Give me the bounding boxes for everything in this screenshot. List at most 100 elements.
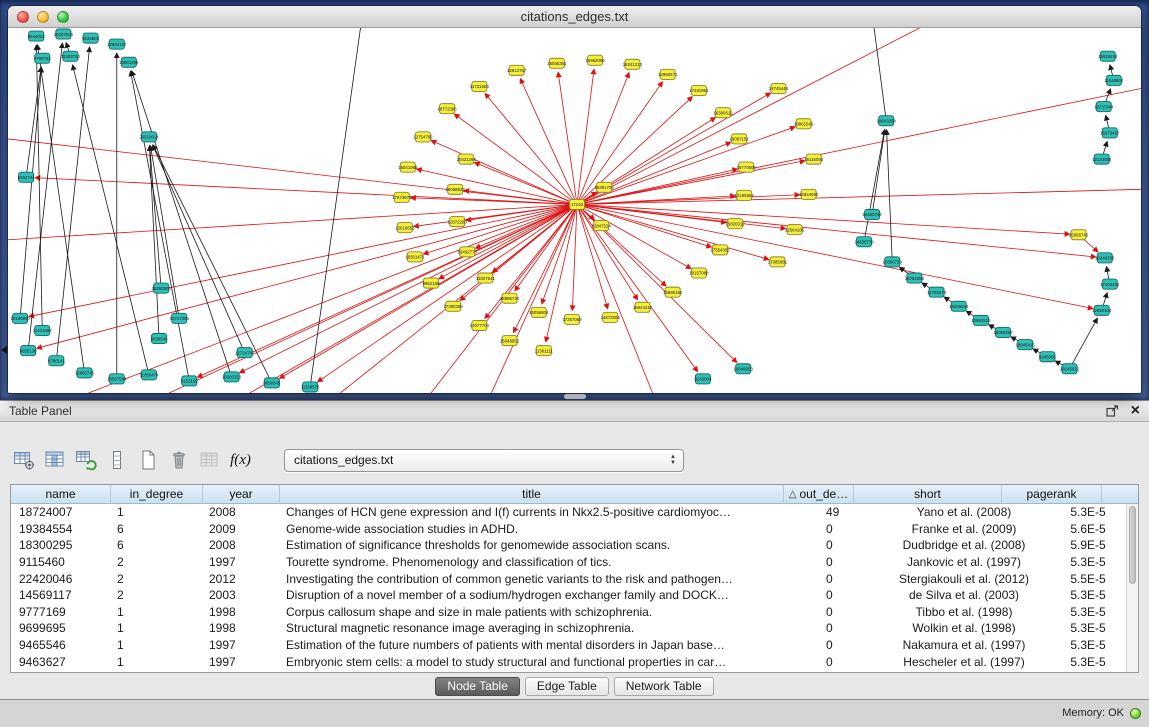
vertical-scrollbar[interactable] — [1126, 504, 1138, 672]
graph-node[interactable]: 10197526 — [54, 29, 74, 39]
graph-node[interactable]: 12754702 — [413, 132, 433, 142]
new-column-button[interactable] — [134, 447, 161, 474]
graph-edge[interactable] — [132, 71, 232, 377]
network-table-select[interactable]: citations_edges.txt ▲ ▼ — [284, 449, 684, 472]
column-header-short[interactable]: short — [854, 485, 1002, 503]
tab-edge-table[interactable]: Edge Table — [525, 677, 609, 696]
graph-edge[interactable] — [153, 145, 272, 383]
graph-node[interactable]: 17085681 — [768, 257, 788, 267]
float-panel-icon[interactable] — [1106, 405, 1119, 417]
graph-node[interactable]: 15824090 — [799, 189, 819, 199]
graph-node[interactable]: 10190900 — [10, 313, 30, 323]
graph-node[interactable]: 9245004 — [694, 374, 711, 384]
zoom-window-icon[interactable] — [57, 11, 69, 23]
graph-edge[interactable] — [28, 43, 62, 351]
graph-node[interactable]: 10366739 — [883, 257, 903, 267]
delete-column-button[interactable] — [165, 447, 192, 474]
graph-node[interactable]: 25260503 — [151, 283, 171, 293]
graph-node[interactable]: 12872260 — [448, 217, 468, 227]
graph-node[interactable]: 18157088 — [689, 268, 709, 278]
graph-node[interactable]: 17481952 — [689, 85, 709, 95]
graph-node[interactable]: 9790752 — [34, 53, 51, 63]
graph-node[interactable]: 16391702 — [595, 182, 615, 192]
graph-edge[interactable] — [431, 141, 577, 205]
graph-node[interactable]: 16055367 — [993, 327, 1013, 337]
graph-edge[interactable] — [37, 204, 577, 348]
minimize-window-icon[interactable] — [37, 11, 49, 23]
close-panel-icon[interactable]: × — [1131, 405, 1140, 417]
column-header-in-degree[interactable]: in_degree — [111, 485, 203, 503]
graph-node[interactable]: 14872006 — [601, 312, 621, 322]
graph-node[interactable]: 18301471 — [405, 252, 425, 262]
graph-node[interactable]: 15056804 — [529, 307, 549, 317]
graph-edge[interactable] — [20, 67, 41, 318]
column-visibility-button[interactable] — [41, 447, 68, 474]
graph-node[interactable]: 16055361 — [547, 58, 567, 68]
graph-node[interactable]: 17290386 — [444, 301, 464, 311]
graph-node[interactable]: 18265934 — [949, 301, 969, 311]
table-row[interactable]: 969969511998Structural magnetic resonanc… — [11, 620, 1138, 637]
graph-edge[interactable] — [577, 189, 1141, 204]
splitter-handle[interactable] — [564, 394, 586, 399]
scrollbar-thumb[interactable] — [1129, 506, 1136, 584]
graph-node[interactable]: 14745448 — [769, 83, 789, 93]
graph-node[interactable]: 9153159 — [181, 376, 198, 386]
column-header-year[interactable]: year — [203, 485, 280, 503]
graph-edge[interactable] — [153, 145, 245, 352]
graph-node[interactable]: 19861542 — [794, 119, 814, 129]
graph-node[interactable]: 12165564 — [735, 190, 755, 200]
graph-node[interactable]: 11058474 — [140, 370, 160, 380]
graph-node[interactable]: 9780141 — [48, 356, 65, 366]
graph-node[interactable]: 18241313 — [623, 59, 643, 69]
graph-node[interactable]: 18985734 — [500, 293, 520, 303]
graph-edge[interactable] — [864, 130, 885, 242]
graph-node[interactable]: 19067151 — [730, 134, 750, 144]
row-height-button[interactable] — [103, 447, 130, 474]
graph-node[interactable]: 20510614 — [139, 132, 159, 142]
graph-node[interactable]: 17240 — [569, 199, 584, 209]
graph-node[interactable]: 11007541 — [476, 273, 496, 283]
graph-node[interactable]: 10444338 — [1095, 253, 1115, 263]
graph-node[interactable]: 16116093 — [804, 154, 824, 164]
graph-edge[interactable] — [577, 142, 731, 204]
graph-node[interactable]: 15820312 — [726, 219, 746, 229]
column-header-pagerank[interactable]: pagerank — [1002, 485, 1102, 503]
graph-node[interactable]: 18058824 — [446, 184, 466, 194]
graph-node[interactable]: 12134058 — [1092, 154, 1112, 164]
graph-edge[interactable] — [56, 47, 89, 361]
graph-node[interactable]: 9862156 — [423, 278, 440, 288]
graph-node[interactable]: 12504107 — [107, 39, 127, 49]
table-row[interactable]: 946362711997Embryonic stem cells: a mode… — [11, 653, 1138, 670]
graph-node[interactable]: 12847524 — [592, 221, 612, 231]
graph-node[interactable]: 12724747 — [235, 348, 255, 358]
function-builder-button[interactable]: f(x) — [227, 447, 254, 474]
graph-node[interactable]: 17873972 — [392, 192, 412, 202]
column-header-title[interactable]: title — [280, 485, 784, 503]
table-row[interactable]: 1830029562008Estimation of significance … — [11, 537, 1138, 554]
tab-network-table[interactable]: Network Table — [614, 677, 714, 696]
graph-node[interactable]: 15958745 — [1069, 230, 1089, 240]
graph-node[interactable]: 12060104 — [1092, 305, 1112, 315]
citation-graph[interactable]: 1724016055361129127671173160318772396127… — [8, 28, 1141, 393]
graph-edge[interactable] — [485, 204, 577, 318]
graph-node[interactable]: 14636778 — [854, 237, 874, 247]
graph-node[interactable]: 17357069 — [562, 314, 582, 324]
graph-node[interactable]: 19737944 — [1094, 102, 1114, 112]
column-header-out-degree[interactable]: △ out_de… — [784, 485, 854, 503]
graph-node[interactable]: 18049053 — [734, 364, 754, 374]
graph-node[interactable]: 16791858 — [905, 273, 925, 283]
graph-node[interactable]: 11548904 — [1104, 75, 1124, 85]
graph-node[interactable]: 10200316 — [222, 372, 242, 382]
close-window-icon[interactable] — [17, 11, 29, 23]
graph-node[interactable]: 10981515 — [971, 315, 991, 325]
graph-node[interactable]: 16460744 — [862, 209, 882, 219]
column-header-name[interactable]: name — [11, 485, 111, 503]
graph-node[interactable]: 12912767 — [507, 65, 527, 75]
graph-node[interactable]: 8655138 — [20, 346, 37, 356]
graph-node[interactable]: 10587584 — [107, 374, 127, 384]
graph-node[interactable]: 11158575 — [301, 382, 320, 392]
graph-node[interactable]: 12564186 — [785, 225, 805, 235]
graph-node[interactable]: 9462744 — [18, 172, 35, 182]
graph-node[interactable]: 17404404 — [1100, 279, 1120, 289]
graph-node[interactable]: 16492770 — [458, 247, 478, 257]
